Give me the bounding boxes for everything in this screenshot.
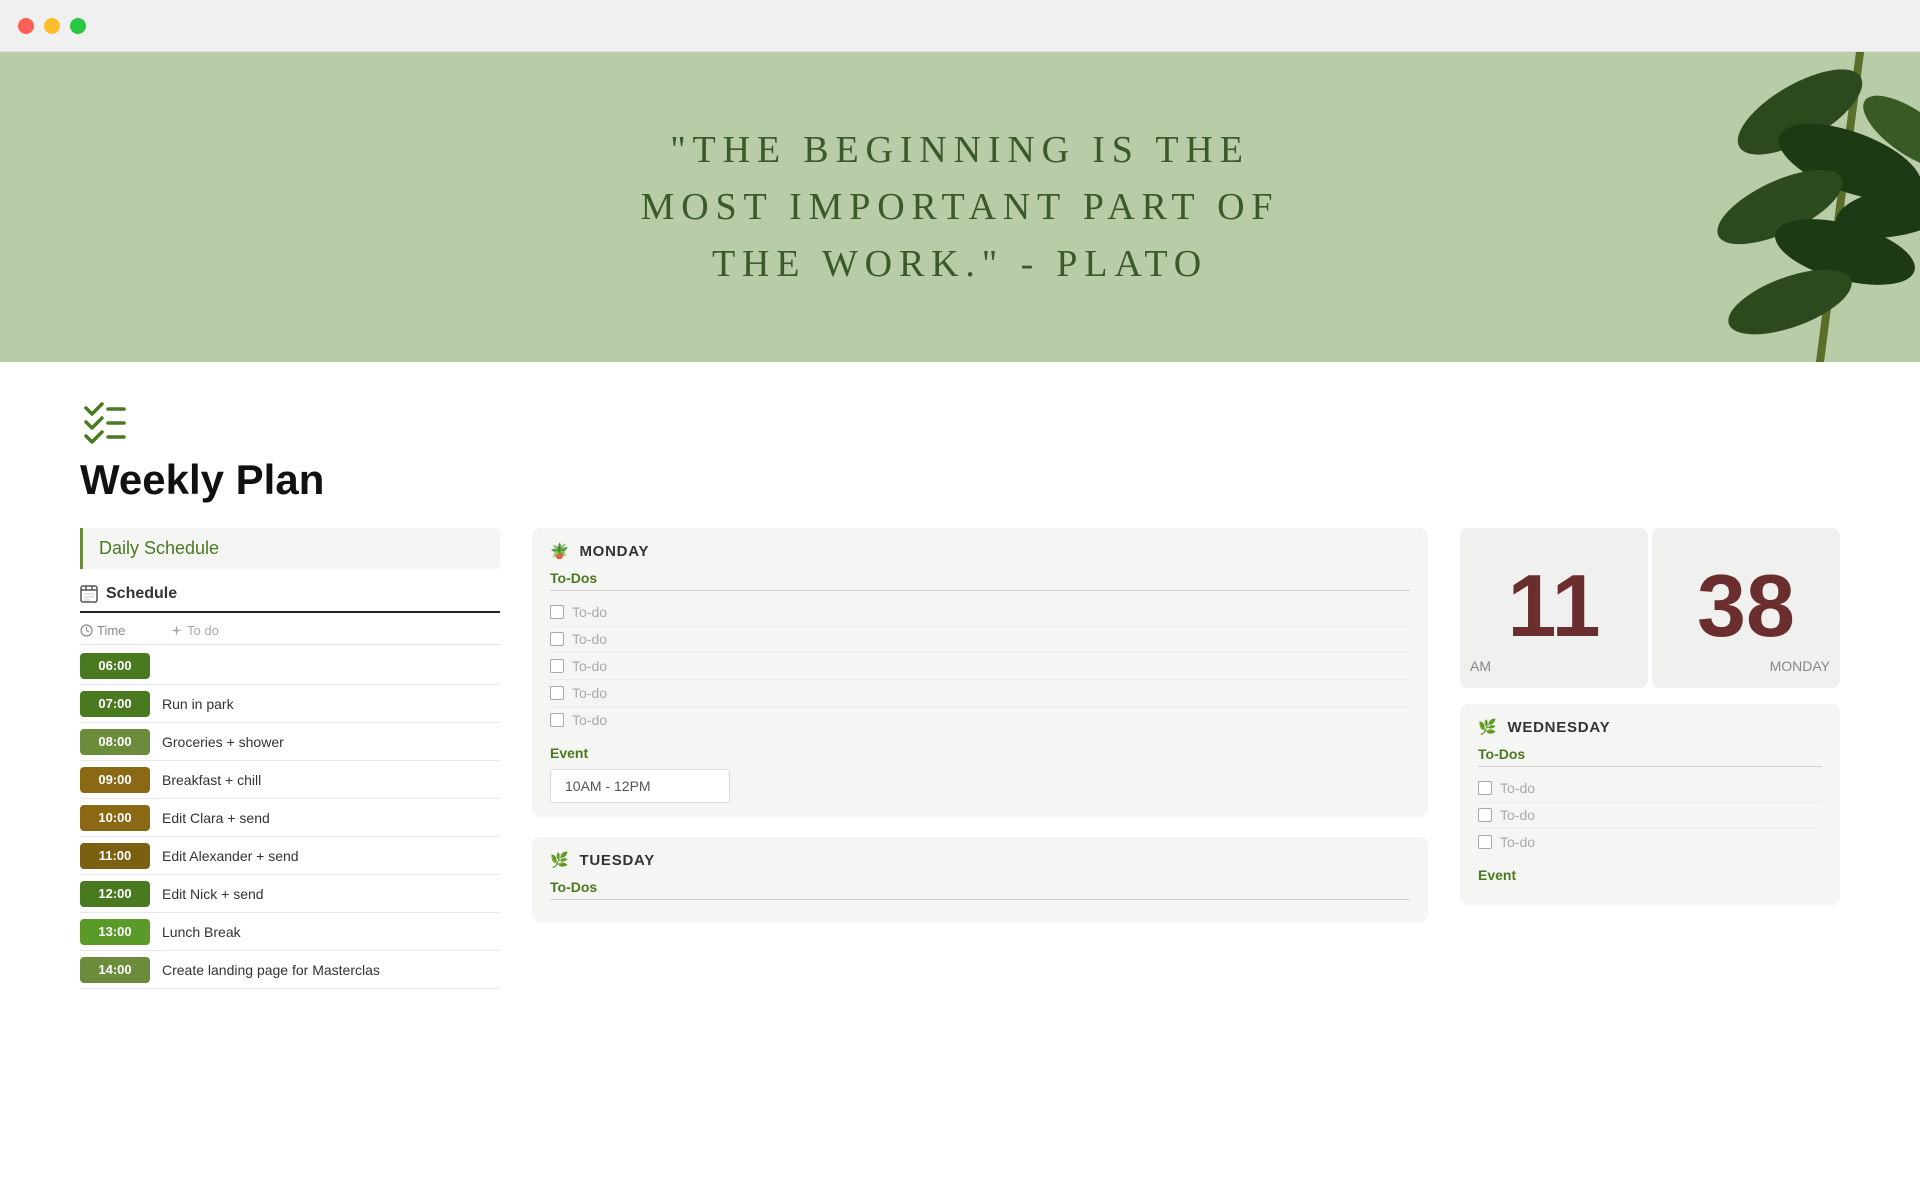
task-text[interactable]: Run in park <box>158 696 238 712</box>
monday-icon: 🪴 <box>550 542 569 560</box>
window-chrome <box>0 0 1920 52</box>
tuesday-header: 🌿 TUESDAY <box>550 851 1410 869</box>
right-column: 11 AM 38 MONDAY 🌿 WEDNESDAY To-Dos To-do… <box>1460 528 1840 905</box>
tuesday-card: 🌿 TUESDAY To-Dos <box>532 837 1428 922</box>
hero-quote: "The Beginning is the Most Important Par… <box>610 122 1310 293</box>
task-text[interactable]: Lunch Break <box>158 924 245 940</box>
middle-column: 🪴 MONDAY To-Dos To-doTo-doTo-doTo-doTo-d… <box>532 528 1428 942</box>
wednesday-todos-label: To-Dos <box>1478 746 1822 767</box>
time-badge: 11:00 <box>80 843 150 869</box>
task-text[interactable]: Edit Clara + send <box>158 810 274 826</box>
list-item: To-do <box>550 599 1410 626</box>
list-item: To-do <box>1478 829 1822 855</box>
todo-column-header: To do <box>170 623 219 638</box>
todo-checkbox[interactable] <box>550 659 564 673</box>
task-text[interactable]: Edit Alexander + send <box>158 848 303 864</box>
wednesday-label: WEDNESDAY <box>1507 719 1610 736</box>
todo-checkbox[interactable] <box>1478 781 1492 795</box>
table-row: 11:00 Edit Alexander + send <box>80 837 500 875</box>
time-badge: 12:00 <box>80 881 150 907</box>
daily-schedule-label: Daily Schedule <box>80 528 500 569</box>
clock-ampm: AM <box>1470 658 1491 674</box>
table-row: 13:00 Lunch Break <box>80 913 500 951</box>
todo-checkbox[interactable] <box>550 713 564 727</box>
wednesday-header: 🌿 WEDNESDAY <box>1478 718 1822 736</box>
clock-minutes: 38 <box>1697 562 1795 650</box>
page-icon-row <box>0 362 1920 444</box>
left-column: Daily Schedule Schedule <box>80 528 500 989</box>
table-row: 10:00 Edit Clara + send <box>80 799 500 837</box>
table-row: 06:00 <box>80 647 500 685</box>
clock-widget: 11 AM 38 MONDAY <box>1460 528 1840 688</box>
schedule-icon <box>80 585 98 603</box>
clock-icon <box>80 624 93 637</box>
list-item: To-do <box>550 707 1410 733</box>
wednesday-card: 🌿 WEDNESDAY To-Dos To-doTo-doTo-do Event <box>1460 704 1840 905</box>
main-content: Daily Schedule Schedule <box>0 528 1920 989</box>
hero-banner: "The Beginning is the Most Important Par… <box>0 52 1920 362</box>
clock-hours-box: 11 AM <box>1460 528 1648 688</box>
time-column-header: Time <box>80 623 170 638</box>
time-badge: 13:00 <box>80 919 150 945</box>
list-item: To-do <box>550 680 1410 707</box>
list-item: To-do <box>550 626 1410 653</box>
tuesday-todos-label: To-Dos <box>550 879 1410 900</box>
clock-hours: 11 <box>1507 562 1600 650</box>
todo-checkbox[interactable] <box>1478 808 1492 822</box>
table-row: 14:00 Create landing page for Masterclas <box>80 951 500 989</box>
tuesday-icon: 🌿 <box>550 851 569 869</box>
list-item: To-do <box>1478 775 1822 802</box>
page-icon <box>80 396 128 444</box>
time-badge: 06:00 <box>80 653 150 679</box>
list-item: To-do <box>1478 802 1822 829</box>
table-row: 09:00 Breakfast + chill <box>80 761 500 799</box>
table-row: 12:00 Edit Nick + send <box>80 875 500 913</box>
time-badge: 07:00 <box>80 691 150 717</box>
close-button[interactable] <box>18 18 34 34</box>
clock-day: MONDAY <box>1770 658 1830 674</box>
schedule-column-headers: Time To do <box>80 617 500 645</box>
schedule-label: Schedule <box>106 585 177 603</box>
time-badge: 14:00 <box>80 957 150 983</box>
clock-minutes-box: 38 MONDAY <box>1652 528 1840 688</box>
wednesday-event-label: Event <box>1478 867 1822 883</box>
page-title: Weekly Plan <box>0 444 1920 528</box>
monday-todos-label: To-Dos <box>550 570 1410 591</box>
task-text[interactable]: Create landing page for Masterclas <box>158 962 384 978</box>
monday-todos-list: To-doTo-doTo-doTo-doTo-do <box>550 599 1410 733</box>
table-row: 08:00 Groceries + shower <box>80 723 500 761</box>
wednesday-todos-list: To-doTo-doTo-do <box>1478 775 1822 855</box>
task-text[interactable]: Edit Nick + send <box>158 886 268 902</box>
maximize-button[interactable] <box>70 18 86 34</box>
schedule-rows: 06:00 07:00 Run in park 08:00 Groceries … <box>80 647 500 989</box>
tuesday-label: TUESDAY <box>579 852 655 869</box>
hero-leaves-decoration <box>1540 52 1920 362</box>
monday-event-label: Event <box>550 745 1410 761</box>
todo-checkbox[interactable] <box>550 632 564 646</box>
todo-checkbox[interactable] <box>1478 835 1492 849</box>
time-badge: 08:00 <box>80 729 150 755</box>
monday-card: 🪴 MONDAY To-Dos To-doTo-doTo-doTo-doTo-d… <box>532 528 1428 817</box>
todo-checkbox[interactable] <box>550 605 564 619</box>
monday-header: 🪴 MONDAY <box>550 542 1410 560</box>
monday-event-time[interactable]: 10AM - 12PM <box>550 769 730 803</box>
wednesday-icon: 🌿 <box>1478 718 1497 736</box>
task-text[interactable]: Groceries + shower <box>158 734 288 750</box>
minimize-button[interactable] <box>44 18 60 34</box>
list-item: To-do <box>550 653 1410 680</box>
schedule-section-header: Schedule <box>80 585 500 613</box>
time-badge: 10:00 <box>80 805 150 831</box>
task-text[interactable]: Breakfast + chill <box>158 772 265 788</box>
sparkle-icon <box>170 624 183 637</box>
table-row: 07:00 Run in park <box>80 685 500 723</box>
todo-checkbox[interactable] <box>550 686 564 700</box>
monday-label: MONDAY <box>579 543 649 560</box>
time-badge: 09:00 <box>80 767 150 793</box>
